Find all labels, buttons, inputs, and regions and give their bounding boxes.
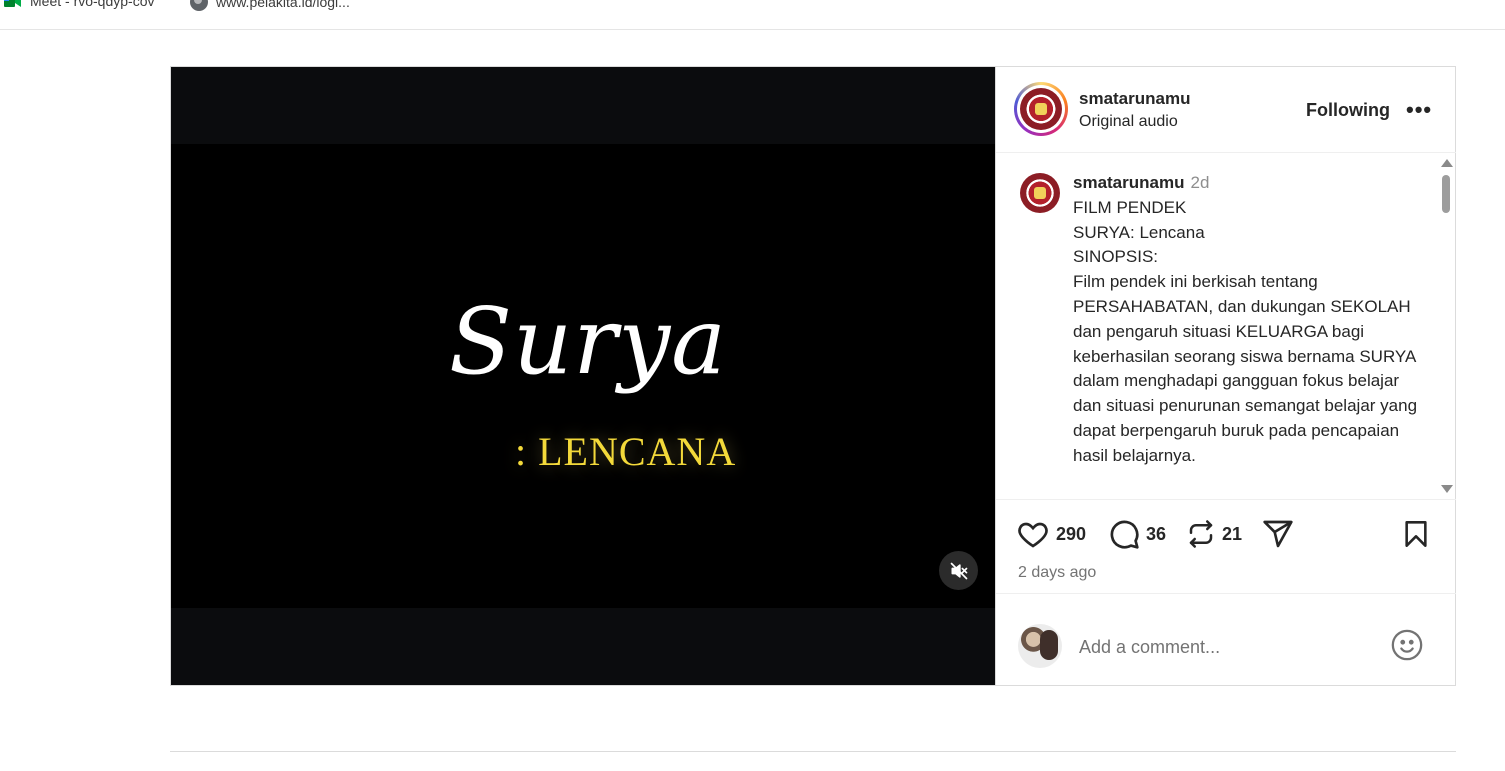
paper-plane-icon <box>1263 520 1293 548</box>
caption-line: FILM PENDEK <box>1073 197 1187 217</box>
page-divider <box>170 751 1456 752</box>
add-comment-section <box>996 593 1456 685</box>
caption-time: 2d <box>1190 173 1210 192</box>
repost-button[interactable]: 21 <box>1186 518 1242 550</box>
action-bar: 290 36 21 2 days ago <box>996 499 1456 593</box>
comment-bubble-icon <box>1110 520 1139 549</box>
bookmark-icon <box>1405 521 1427 547</box>
save-button[interactable] <box>1402 518 1430 550</box>
bookmark-pelakita-label: www.pelakita.id/logi... <box>216 0 350 10</box>
emoji-picker-button[interactable] <box>1390 628 1424 667</box>
bookmark-meet-label: Meet - rvo-qdyp-cov <box>30 0 155 9</box>
scroll-thumb[interactable] <box>1442 175 1450 213</box>
caption-scrollbar[interactable] <box>1440 159 1453 493</box>
caption-section: smatarunamu 2d FILM PENDEK SURYA: Lencana… <box>996 153 1456 499</box>
video-title-text: Surya <box>448 288 728 395</box>
heart-icon <box>1018 522 1048 548</box>
smiley-face-icon <box>1391 629 1423 661</box>
post-header: smatarunamu Original audio Following ••• <box>996 67 1456 153</box>
author-avatar[interactable] <box>1014 82 1068 136</box>
globe-icon <box>190 0 208 11</box>
current-user-avatar <box>1018 624 1062 668</box>
comment-count: 36 <box>1146 523 1167 544</box>
author-username[interactable]: smatarunamu <box>1079 89 1190 109</box>
scroll-up-arrow-icon[interactable] <box>1441 159 1453 167</box>
speaker-muted-icon <box>950 562 967 579</box>
original-audio-link[interactable]: Original audio <box>1079 113 1178 131</box>
caption-line: SURYA: Lencana <box>1073 222 1205 242</box>
like-count: 290 <box>1056 523 1087 544</box>
repost-icon <box>1189 520 1213 548</box>
more-options-icon[interactable]: ••• <box>1406 97 1432 123</box>
video-player[interactable]: Surya : LENCANA <box>171 144 995 608</box>
post-dialog: Surya : LENCANA smatarunamu Original aud… <box>170 66 1456 686</box>
caption-line: Film pendek ini berkisah tentang PERSAHA… <box>1073 272 1418 465</box>
caption-username[interactable]: smatarunamu <box>1073 173 1184 192</box>
post-sidebar: smatarunamu Original audio Following •••… <box>995 67 1456 685</box>
comment-button[interactable]: 36 <box>1108 518 1166 550</box>
bookmark-meet[interactable]: Meet - rvo-qdyp-cov <box>4 0 154 9</box>
bookmarks-bar: Meet - rvo-qdyp-cov www.pelakita.id/logi… <box>0 0 1505 30</box>
repost-count: 21 <box>1222 523 1243 544</box>
school-logo-icon <box>1020 173 1060 213</box>
caption-body: smatarunamu 2d FILM PENDEK SURYA: Lencana… <box>1073 171 1423 469</box>
like-button[interactable]: 290 <box>1016 518 1086 550</box>
bookmark-pelakita[interactable]: www.pelakita.id/logi... <box>190 0 350 11</box>
school-logo-icon <box>1020 88 1062 130</box>
scroll-down-arrow-icon[interactable] <box>1441 485 1453 493</box>
video-subtitle-text: : LENCANA <box>515 429 737 474</box>
share-button[interactable] <box>1262 518 1294 550</box>
google-meet-icon <box>4 0 22 9</box>
caption-avatar[interactable] <box>1018 171 1062 215</box>
following-button[interactable]: Following <box>1306 100 1390 121</box>
video-area[interactable]: Surya : LENCANA <box>171 67 995 685</box>
mute-button[interactable] <box>939 551 978 590</box>
post-time-ago: 2 days ago <box>1018 564 1097 581</box>
caption-line: SINOPSIS: <box>1073 247 1159 267</box>
comment-input[interactable] <box>1079 634 1369 660</box>
